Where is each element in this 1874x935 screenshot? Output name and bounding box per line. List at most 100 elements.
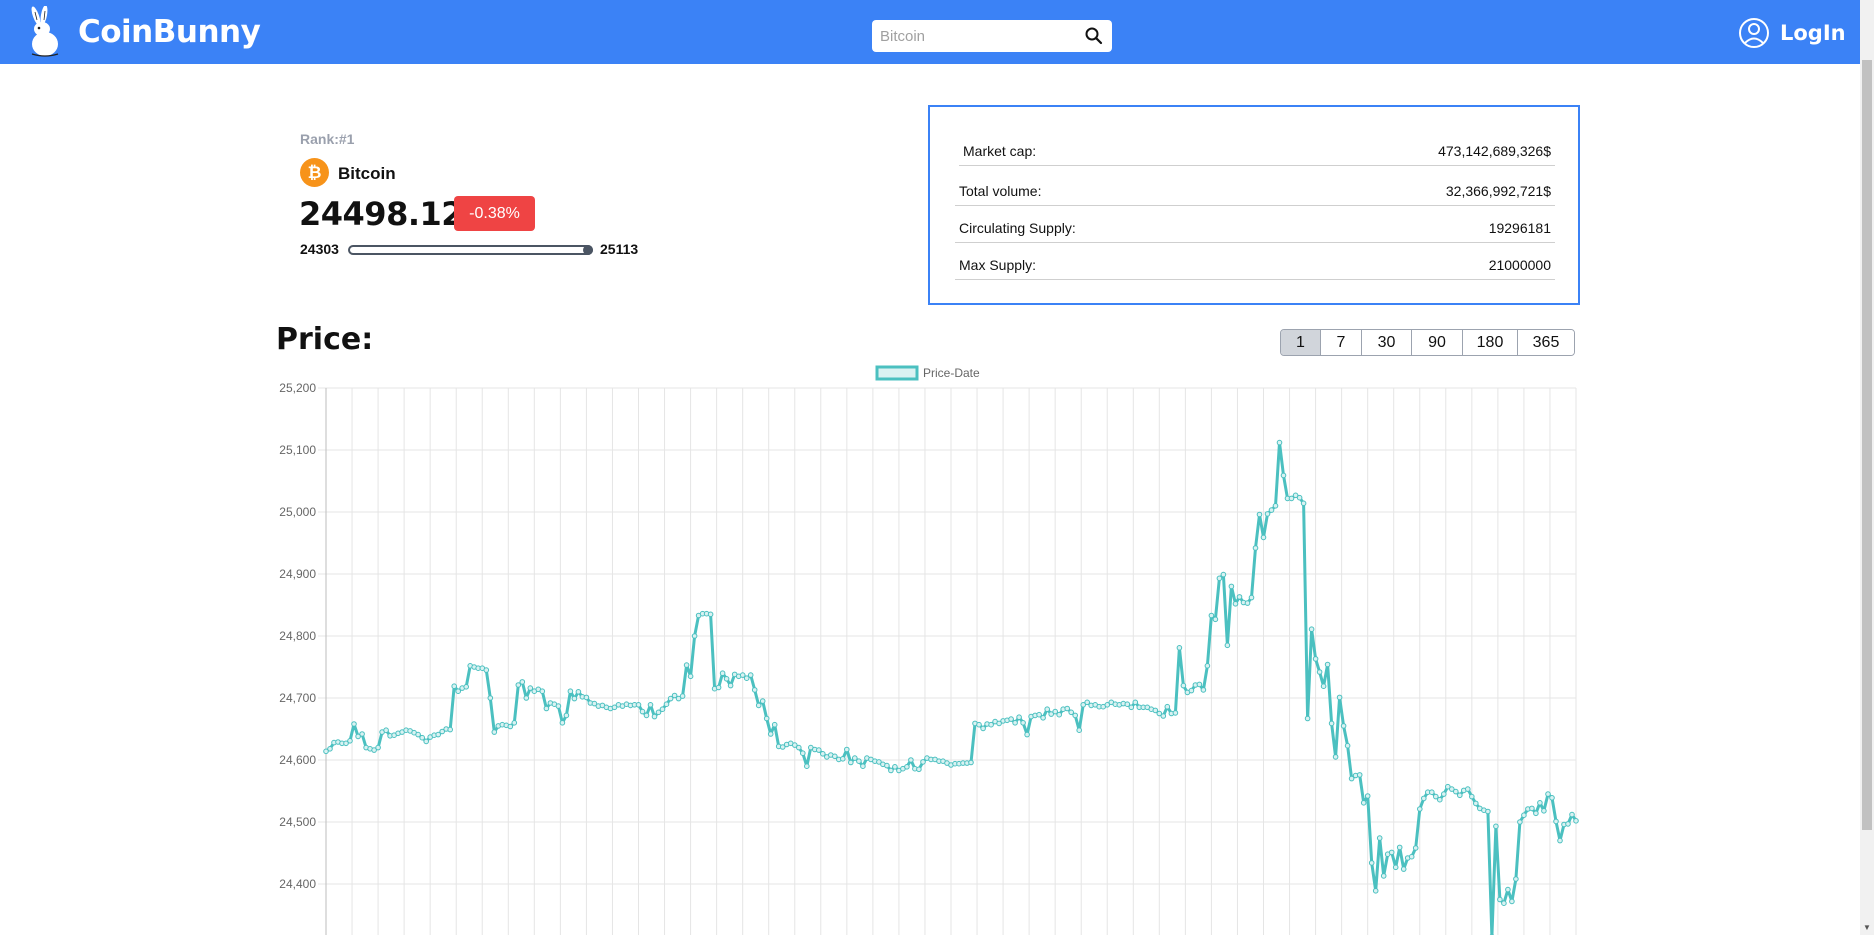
data-point [375,744,381,751]
data-point [1216,575,1223,582]
search-input[interactable] [880,26,1080,46]
data-point [988,721,994,728]
data-point [832,753,838,760]
price-section-title: Price: [276,322,374,357]
data-point [647,702,654,708]
data-point [1232,601,1239,607]
data-point [1493,823,1499,830]
y-tick-label: 25,200 [279,381,316,395]
period-button-7[interactable]: 7 [1320,330,1361,355]
data-point [1380,873,1387,879]
data-point [1296,494,1303,501]
y-tick-label: 24,800 [279,629,316,643]
login-button[interactable]: LogIn [1738,16,1846,50]
data-point [892,764,898,770]
bunny-logo-icon[interactable] [20,6,70,58]
data-point [639,708,646,715]
data-point [415,731,421,738]
data-point [1457,792,1463,799]
data-point [1308,626,1315,633]
data-point [860,763,866,770]
data-point [679,693,686,699]
y-tick-label: 25,000 [279,505,316,519]
data-point [1356,772,1363,778]
data-point [1348,775,1355,782]
data-point [820,751,826,757]
y-tick-label: 24,500 [279,815,316,829]
data-point [1212,616,1219,623]
period-button-365[interactable]: 365 [1517,330,1574,355]
stat-label: Circulating Supply: [959,220,1076,236]
data-point [1517,819,1523,825]
data-point [487,695,494,701]
data-point [1557,837,1563,844]
stat-label: Market cap: [963,143,1037,159]
period-button-90[interactable]: 90 [1411,330,1462,355]
data-point [1497,896,1503,903]
data-point [1376,835,1383,841]
data-point [635,702,642,708]
data-point [1336,694,1343,701]
page-scrollbar[interactable]: ▼ [1860,0,1874,935]
data-point [1453,788,1459,795]
data-point [643,712,650,719]
period-button-30[interactable]: 30 [1361,330,1411,355]
data-point [804,763,810,770]
login-label: LogIn [1780,21,1846,45]
data-point [1056,711,1063,718]
data-point [463,684,469,690]
data-point [1076,727,1083,734]
data-point [1312,656,1319,662]
data-point [1084,699,1091,706]
data-point [491,729,498,735]
data-point [1208,612,1215,619]
data-point [840,756,846,762]
data-point [715,684,722,691]
data-point [727,682,734,689]
stat-value: 21000000 [1488,257,1551,273]
scrollbar-thumb[interactable] [1862,60,1872,830]
data-point [1316,669,1323,675]
search-box [872,20,1112,52]
data-point [451,683,457,690]
data-point [1280,472,1287,479]
data-point [1437,796,1443,803]
data-point [1553,818,1559,825]
data-point [1441,791,1447,797]
data-point [1196,681,1203,688]
data-point [844,746,850,753]
data-point [1044,706,1051,713]
stat-label: Total volume: [959,183,1042,199]
data-point [671,692,678,699]
data-point [747,672,754,678]
data-point [511,720,518,726]
search-icon[interactable] [1084,26,1104,46]
brand-name[interactable]: CoinBunny [78,14,261,50]
data-point [1176,645,1183,651]
data-point [1020,720,1026,726]
day-low: 24303 [300,241,339,257]
legend-swatch [875,365,919,381]
data-point [1388,849,1395,856]
data-point [1224,642,1231,649]
y-tick-label: 24,400 [279,877,316,891]
data-point [555,703,562,709]
period-button-180[interactable]: 180 [1462,330,1517,355]
data-point [1200,687,1207,693]
data-point [920,759,926,765]
data-point [1036,711,1042,718]
data-point [667,695,674,702]
stat-row-market-cap: Market cap: 473,142,689,326$ [959,134,1555,166]
data-point [1204,663,1211,669]
data-point [1300,500,1307,507]
scroll-down-icon[interactable]: ▼ [1862,923,1872,933]
legend-label: Price-Date [923,366,980,380]
data-point [423,738,429,745]
data-point [1545,791,1551,797]
data-point [571,695,578,702]
period-button-1[interactable]: 1 [1281,330,1320,355]
data-point [383,727,389,734]
data-point [1465,786,1471,792]
data-point [1012,720,1018,726]
data-point [739,672,746,678]
